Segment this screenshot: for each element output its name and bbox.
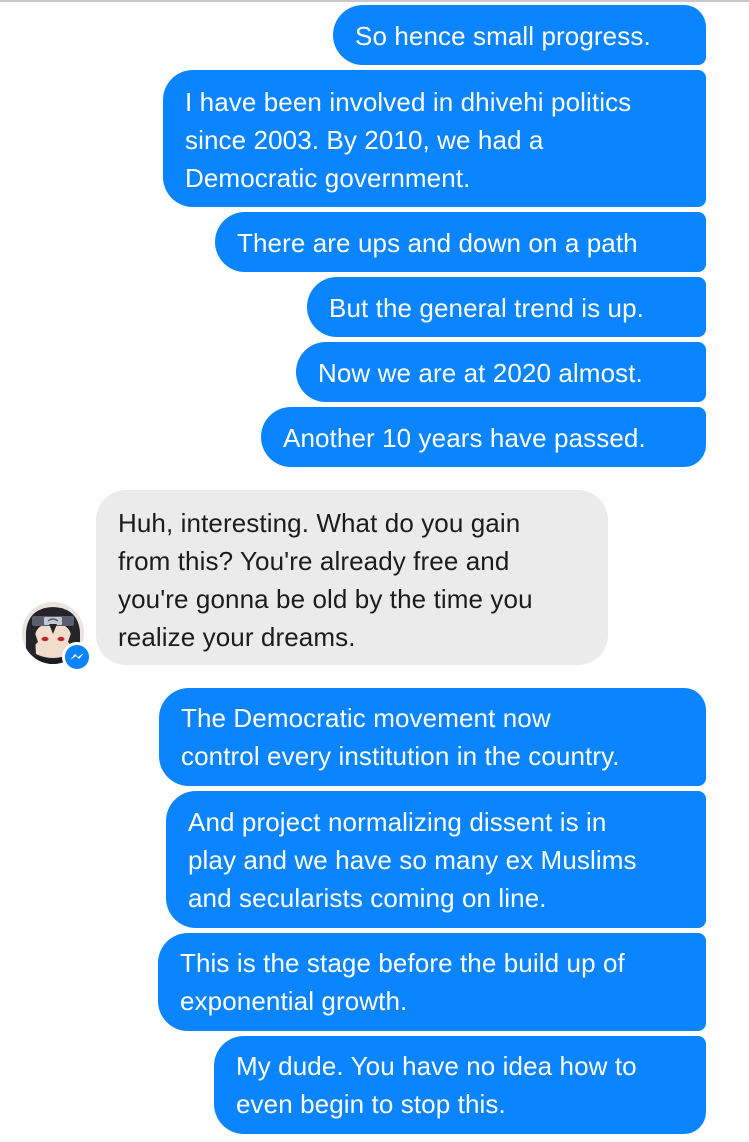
sent-message-bubble[interactable]: But the general trend is up. <box>307 277 706 337</box>
sent-message-bubble[interactable]: Another 10 years have passed. <box>261 407 706 467</box>
sent-message-bubble[interactable]: So hence small progress. <box>333 5 706 65</box>
sent-message-bubble[interactable]: Now we are at 2020 almost. <box>296 342 706 402</box>
sent-message-bubble[interactable]: There are ups and down on a path <box>215 212 706 272</box>
messenger-bolt-icon <box>62 642 92 672</box>
message-thread: So hence small progress. I have been inv… <box>0 0 749 1142</box>
sent-message-bubble[interactable]: And project normalizing dissent is in pl… <box>166 791 706 928</box>
sent-message-bubble[interactable]: My dude. You have no idea how to even be… <box>214 1036 706 1134</box>
sent-message-bubble[interactable]: I have been involved in dhivehi politics… <box>163 70 706 207</box>
received-message-bubble[interactable]: Huh, interesting. What do you gain from … <box>96 490 608 665</box>
sent-message-bubble[interactable]: This is the stage before the build up of… <box>158 933 706 1031</box>
sent-message-bubble[interactable]: The Democratic movement now control ever… <box>159 688 706 786</box>
contact-avatar[interactable] <box>22 602 92 672</box>
